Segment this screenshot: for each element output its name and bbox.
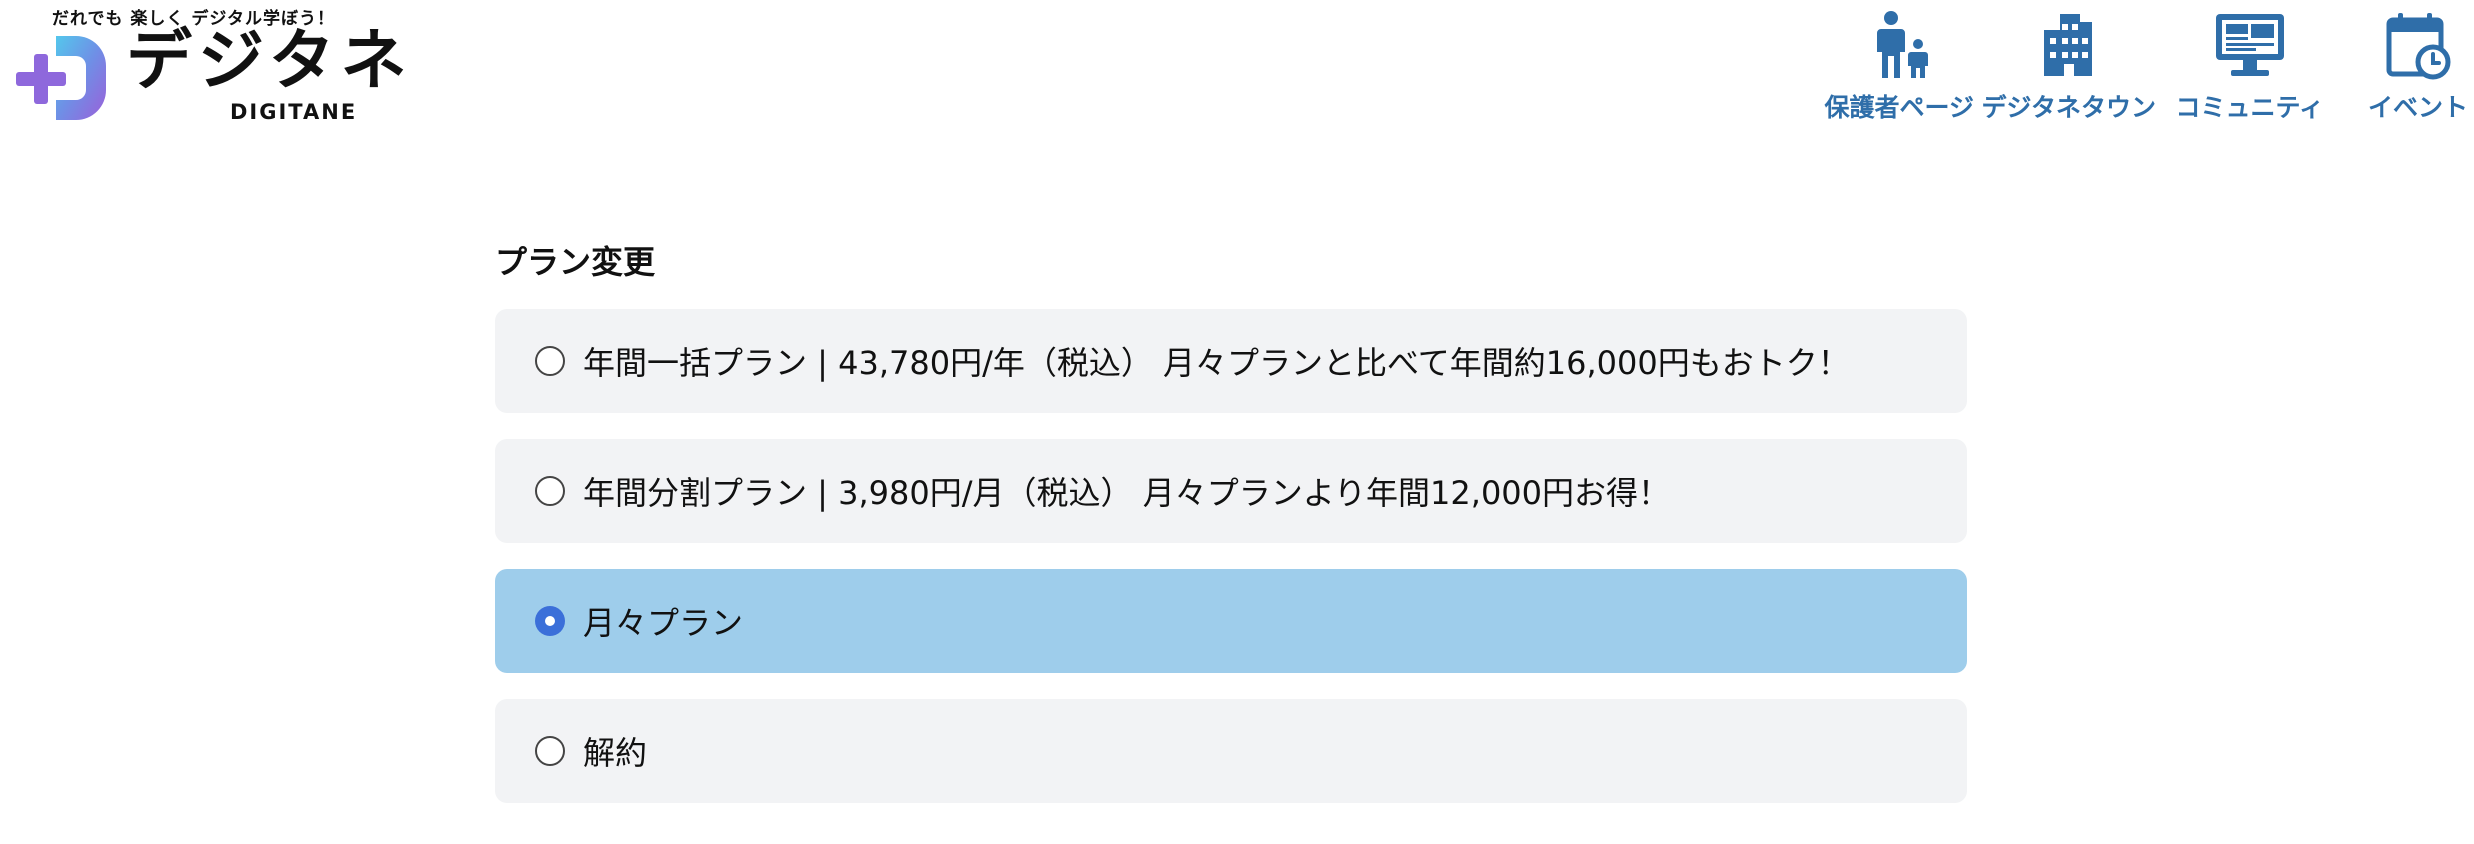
radio-cancel[interactable] bbox=[535, 736, 565, 766]
plan-option-monthly[interactable]: 月々プラン bbox=[495, 569, 1967, 673]
nav-item-parents[interactable]: 保護者ページ bbox=[1824, 10, 1974, 124]
building-icon bbox=[2043, 14, 2092, 76]
plan-option-label: 年間分割プラン | 3,980円/月（税込） 月々プランより年間12,000円お… bbox=[583, 474, 1671, 512]
nav-item-town[interactable]: デジタネタウン bbox=[1981, 10, 2156, 124]
logo-mark-icon bbox=[16, 36, 106, 120]
page-title: プラン変更 bbox=[495, 243, 656, 281]
plan-option-cancel[interactable]: 解約 bbox=[495, 699, 1967, 803]
site-header: だれでも 楽しく デジタル学ぼう！ デジタネ DIGITANE 保護者ページ デ… bbox=[0, 0, 2474, 140]
plan-options: 年間一括プラン | 43,780円/年（税込） 月々プランと比べて年間約16,0… bbox=[495, 309, 1967, 803]
plan-option-annual-lump[interactable]: 年間一括プラン | 43,780円/年（税込） 月々プランと比べて年間約16,0… bbox=[495, 309, 1967, 413]
plan-change-section: プラン変更 年間一括プラン | 43,780円/年（税込） 月々プランと比べて年… bbox=[495, 235, 1967, 829]
radio-annual-installment[interactable] bbox=[535, 476, 565, 506]
radio-annual-lump[interactable] bbox=[535, 346, 565, 376]
plan-option-label: 年間一括プラン | 43,780円/年（税込） 月々プランと比べて年間約16,0… bbox=[583, 344, 1850, 382]
logo-link[interactable]: だれでも 楽しく デジタル学ぼう！ デジタネ DIGITANE bbox=[16, 0, 407, 125]
plan-option-annual-installment[interactable]: 年間分割プラン | 3,980円/月（税込） 月々プランより年間12,000円お… bbox=[495, 439, 1967, 543]
radio-monthly[interactable] bbox=[535, 606, 565, 636]
monitor-icon bbox=[2215, 14, 2284, 76]
calendar-clock-icon bbox=[2386, 13, 2451, 80]
logo-name-en: DIGITANE bbox=[230, 100, 358, 124]
plan-option-label: 月々プラン bbox=[583, 604, 744, 642]
page: だれでも 楽しく デジタル学ぼう！ デジタネ DIGITANE 保護者ページ デ… bbox=[0, 0, 2474, 844]
nav-label-community: コミュニティ bbox=[2175, 93, 2324, 122]
nav-label-parents: 保護者ページ bbox=[1824, 93, 1974, 122]
nav-item-community[interactable]: コミュニティ bbox=[2175, 10, 2324, 124]
nav-item-events[interactable]: イベント bbox=[2368, 10, 2468, 124]
nav-label-town: デジタネタウン bbox=[1981, 93, 2156, 122]
logo-name-jp: デジタネ bbox=[126, 22, 413, 99]
parent-child-icon bbox=[1877, 11, 1929, 78]
nav-label-events: イベント bbox=[2367, 93, 2468, 122]
plan-option-label: 解約 bbox=[583, 734, 648, 772]
